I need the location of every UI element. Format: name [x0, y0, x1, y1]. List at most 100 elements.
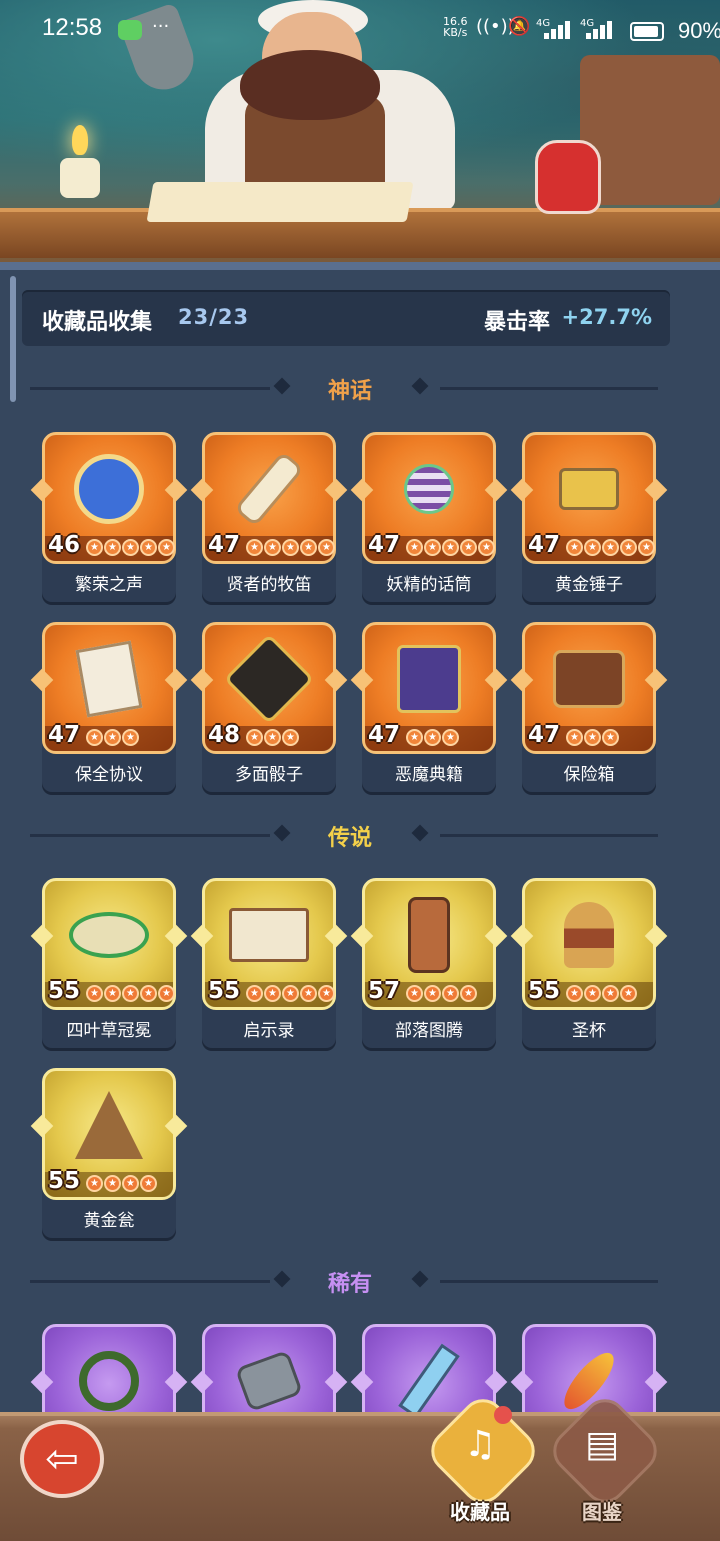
- tab-collection[interactable]: ♫ 收藏品: [422, 1390, 544, 1524]
- item-level: 46: [48, 532, 81, 558]
- item-level: 47: [528, 532, 561, 558]
- dwarf-beard: [240, 50, 380, 120]
- star-rating: ★ ★ ★: [566, 729, 619, 746]
- item-level: 47: [208, 532, 241, 558]
- back-arrow-icon: ⇦: [45, 1436, 79, 1482]
- item-level: 47: [368, 532, 401, 558]
- collectible-card[interactable]: 57 ★ ★ ★ ★ 部落图腾: [350, 878, 508, 1050]
- book-icon: ▤: [584, 1424, 619, 1465]
- item-name: 保险箱: [563, 765, 615, 785]
- star-rating: ★ ★ ★: [246, 729, 299, 746]
- item-name: 圣杯: [572, 1021, 606, 1041]
- chest-icon: [580, 55, 720, 205]
- panel-top-edge: [0, 262, 720, 270]
- item-level: 47: [528, 722, 561, 748]
- more-icon: ···: [152, 16, 170, 37]
- section-header-legend: 传说: [0, 815, 720, 855]
- status-bar: 12:58 ··· 16.6 KB/s ((•)) 🔕 4G 4G 90%: [0, 0, 720, 60]
- crit-rate-label: 暴击率: [483, 310, 550, 335]
- collectible-card[interactable]: 47 ★ ★ ★ 恶魔典籍: [350, 622, 508, 794]
- item-name: 保全协议: [75, 765, 143, 785]
- golden-hammer-icon: [546, 446, 632, 532]
- contract-scroll-icon: [66, 636, 152, 722]
- divider: [440, 1280, 658, 1283]
- star-rating: ★ ★ ★ ★ ★: [566, 539, 655, 556]
- music-orb-icon: [66, 446, 152, 532]
- flute-icon: [226, 446, 312, 532]
- item-level: 55: [528, 978, 561, 1004]
- mute-icon: 🔕: [508, 16, 531, 37]
- tab-collection-label: 收藏品: [450, 1500, 510, 1524]
- star-rating: ★ ★ ★ ★: [566, 985, 637, 1002]
- collectible-card[interactable]: 47 ★ ★ ★ 保险箱: [510, 622, 668, 794]
- clover-crown-icon: [66, 892, 152, 978]
- divider: [440, 387, 658, 390]
- collectible-card[interactable]: 48 ★ ★ ★ 多面骰子: [190, 622, 348, 794]
- collectible-card[interactable]: 55 ★ ★ ★ ★ ★ 四叶草冠冕: [30, 878, 188, 1050]
- item-level: 48: [208, 722, 241, 748]
- clock: 12:58: [42, 14, 103, 41]
- signal-bars-1-icon: [544, 21, 574, 39]
- item-level: 55: [48, 1168, 81, 1194]
- item-name: 黄金瓮: [83, 1211, 135, 1231]
- collectible-card[interactable]: 47 ★ ★ ★ ★ ★ 黄金锤子: [510, 432, 668, 604]
- battery-level: 90%: [678, 18, 720, 43]
- item-name: 多面骰子: [235, 765, 303, 785]
- back-button[interactable]: ⇦: [20, 1420, 104, 1498]
- tab-codex-label: 图鉴: [582, 1500, 622, 1524]
- star-rating: ★ ★ ★ ★ ★: [246, 539, 335, 556]
- section-header-myth: 神话: [0, 368, 720, 408]
- item-name: 四叶草冠冕: [66, 1021, 152, 1041]
- divider: [440, 834, 658, 837]
- candle-flame-icon: [72, 125, 88, 155]
- collection-label: 收藏品收集: [42, 310, 153, 335]
- collectible-card[interactable]: 46 ★ ★ ★ ★ ★ 繁荣之声: [30, 432, 188, 604]
- item-level: 57: [368, 978, 401, 1004]
- collectible-card[interactable]: 55 ★ ★ ★ ★ ★ 启示录: [190, 878, 348, 1050]
- golden-urn-icon: [66, 1082, 152, 1168]
- item-name: 部落图腾: [395, 1021, 463, 1041]
- collection-summary: 收藏品收集 23/23 暴击率 +27.7%: [22, 290, 670, 346]
- notification-dot: [494, 1406, 512, 1424]
- item-level: 55: [48, 978, 81, 1004]
- item-level: 47: [368, 722, 401, 748]
- collectible-card[interactable]: 55 ★ ★ ★ ★ 黄金瓮: [30, 1068, 188, 1240]
- star-rating: ★ ★ ★ ★ ★: [246, 985, 335, 1002]
- star-rating: ★ ★ ★: [86, 729, 139, 746]
- item-name: 启示录: [243, 1021, 295, 1041]
- item-level: 47: [48, 722, 81, 748]
- star-rating: ★ ★ ★: [406, 729, 459, 746]
- item-name: 恶魔典籍: [395, 765, 463, 785]
- battery-icon: [630, 22, 664, 41]
- candle-icon: [60, 158, 100, 198]
- lyre-icon: ♫: [463, 1424, 497, 1465]
- collectible-card[interactable]: 47 ★ ★ ★ ★ ★ 妖精的话筒: [350, 432, 508, 604]
- item-name: 黄金锤子: [555, 575, 623, 595]
- star-rating: ★ ★ ★ ★ ★: [406, 539, 495, 556]
- collectible-card[interactable]: 47 ★ ★ ★ ★ ★ 贤者的牧笛: [190, 432, 348, 604]
- grail-icon: [546, 892, 632, 978]
- polyhedral-dice-icon: [223, 633, 315, 725]
- item-level: 55: [208, 978, 241, 1004]
- crit-rate-value: +27.7%: [561, 305, 652, 329]
- item-name: 繁荣之声: [75, 575, 143, 595]
- tab-codex[interactable]: ▤ 图鉴: [544, 1390, 666, 1524]
- star-rating: ★ ★ ★ ★: [86, 1175, 157, 1192]
- wechat-icon: [118, 20, 142, 40]
- fairy-microphone-icon: [386, 446, 472, 532]
- star-rating: ★ ★ ★ ★ ★: [86, 985, 175, 1002]
- collection-count: 23/23: [178, 305, 250, 329]
- tribal-totem-icon: [386, 892, 472, 978]
- treasure-map-icon: [146, 182, 414, 222]
- gold-chest-icon: [546, 636, 632, 722]
- red-potion-icon: [535, 140, 601, 214]
- star-rating: ★ ★ ★ ★ ★: [86, 539, 175, 556]
- network-speed: 16.6 KB/s: [443, 15, 468, 39]
- collectible-card[interactable]: 55 ★ ★ ★ ★ 圣杯: [510, 878, 668, 1050]
- demon-tome-icon: [386, 636, 472, 722]
- signal-bars-2-icon: [586, 21, 616, 39]
- collectible-card[interactable]: 47 ★ ★ ★ 保全协议: [30, 622, 188, 794]
- item-name: 妖精的话筒: [386, 575, 472, 595]
- star-rating: ★ ★ ★ ★: [406, 985, 477, 1002]
- item-name: 贤者的牧笛: [226, 575, 312, 595]
